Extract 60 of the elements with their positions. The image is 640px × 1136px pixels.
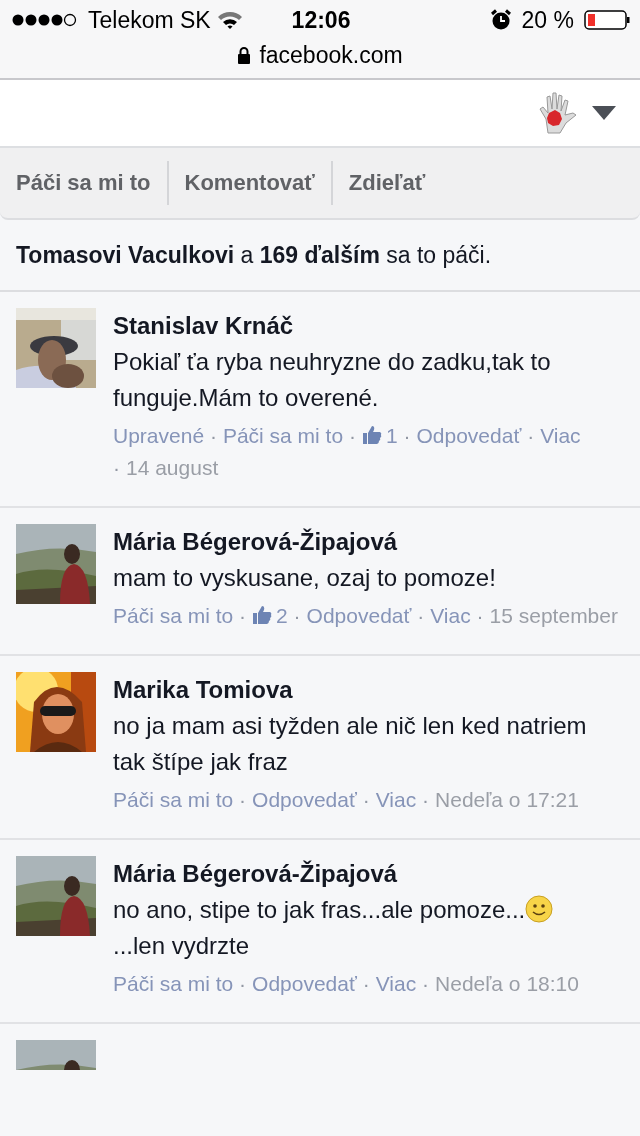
separator-dot: · [476,604,484,627]
separator-dot: · [239,788,247,811]
more-link[interactable]: Viac [430,604,471,627]
wifi-icon [216,10,243,30]
stop-hand-icon[interactable] [538,91,578,135]
separator-dot: · [209,424,217,447]
separator-dot: · [293,604,301,627]
comment-time: Nedeľa o 17:21 [435,788,579,811]
like-link[interactable]: Páči sa mi to [113,788,234,811]
comment-text: mam to vyskusane, ozaj to pomoze! [113,564,496,591]
like-link[interactable]: Páči sa mi to [113,604,234,627]
reply-link[interactable]: Odpovedať [252,788,357,811]
edited-link[interactable]: Upravené [113,424,205,447]
battery-percent: 20 % [521,6,574,34]
action-button[interactable]: Komentovať [168,161,331,205]
lock-icon [237,46,252,64]
comment-text: Pokiaľ ťa ryba neuhryzne do zadku,tak to funguje.Mám to overené. [113,348,551,411]
author-name[interactable]: Stanislav Krnáč [113,308,624,344]
comment-text: ...len vydrzte [113,932,250,959]
separator-dot: · [403,424,411,447]
separator-dot: · [527,424,535,447]
comment-time: 15 september [489,604,618,627]
more-link[interactable]: Viac [375,788,417,811]
smiley-icon [525,895,554,923]
more-link[interactable]: Viac [375,972,417,995]
carrier-name: Telekom SK [88,6,211,34]
author-name[interactable]: Marika Tomiova [113,672,624,708]
dropdown-caret-icon[interactable] [592,106,616,120]
reply-link[interactable]: Odpovedať [252,972,357,995]
author-name[interactable]: Mária Bégerová-Žipajová [113,856,624,892]
url-text[interactable]: facebook.com [259,41,403,69]
separator-dot: · [239,972,247,995]
separator-dot: · [348,424,356,447]
likes-summary: Tomasovi Vaculkovi a 169 ďalším sa to páči. [16,241,492,269]
separator-dot: · [422,972,430,995]
like-link[interactable]: Páči sa mi to [113,972,234,995]
clock-time: 12:06 [291,6,351,34]
reply-link[interactable]: Odpovedať [416,424,522,447]
like-count[interactable]: 2 [252,604,288,627]
separator-dot: · [362,788,370,811]
separator-dot: · [417,604,425,627]
separator-dot: · [362,972,370,995]
separator-dot: · [239,604,247,627]
comment-text: no ano, stipe to jak fras...ale pomoze... [113,896,526,923]
comment-time: 14 august [126,456,219,479]
author-name[interactable]: Mária Bégerová-Žipajová [113,524,624,560]
comment-time: Nedeľa o 18:10 [435,972,579,995]
action-button[interactable]: Páči sa mi to [0,161,167,205]
alarm-icon [489,9,512,31]
action-button[interactable]: Zdieľať [332,161,442,205]
like-link[interactable]: Páči sa mi to [222,424,344,447]
reply-link[interactable]: Odpovedať [306,604,412,627]
more-link[interactable]: Viac [540,424,581,447]
thumbs-up-icon [252,604,273,625]
thumbs-up-icon [361,424,382,445]
like-count[interactable]: 1 [361,424,398,447]
separator-dot: · [113,456,120,479]
separator-dot: · [422,788,430,811]
battery-icon [584,9,630,31]
comment-text: no ja mam asi tyžden ale nič len ked natriem tak štípe jak fraz [113,712,587,775]
